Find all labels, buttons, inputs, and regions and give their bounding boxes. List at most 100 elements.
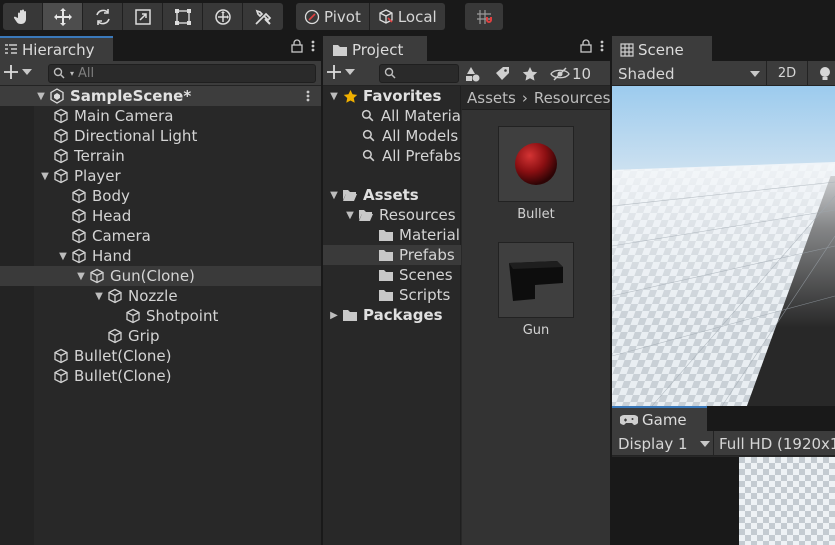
favorite-star-icon[interactable] xyxy=(522,66,538,82)
hierarchy-item[interactable]: Camera xyxy=(0,226,321,246)
hand-tool-button[interactable] xyxy=(3,3,43,30)
hierarchy-item[interactable]: Main Camera xyxy=(0,106,321,126)
hierarchy-search-input[interactable]: ▾ All xyxy=(48,64,316,83)
expand-arrow-icon[interactable]: ▼ xyxy=(38,171,52,182)
game-viewport[interactable] xyxy=(612,457,835,545)
expand-arrow-icon[interactable]: ▼ xyxy=(343,210,357,221)
asset-thumb-gun[interactable] xyxy=(498,242,574,318)
favorites-row[interactable]: ▼ Favorites xyxy=(327,86,461,106)
resource-subfolder-item[interactable]: Material xyxy=(323,225,461,245)
hierarchy-item[interactable]: ▼ Player xyxy=(0,166,321,186)
expand-arrow-icon[interactable]: ▼ xyxy=(74,271,88,282)
packages-folder-row[interactable]: ▶ Packages xyxy=(327,305,461,325)
local-icon xyxy=(379,8,393,24)
toggle-2d-button[interactable]: 2D xyxy=(766,61,808,86)
pivot-toggle-button[interactable]: Pivot xyxy=(296,3,370,30)
favorite-search-item[interactable]: All Models xyxy=(361,126,461,146)
move-tool-button[interactable] xyxy=(43,3,83,30)
hierarchy-item[interactable]: Body xyxy=(0,186,321,206)
hierarchy-tab-label: Hierarchy xyxy=(22,40,95,59)
filter-type-icon[interactable] xyxy=(464,65,482,83)
project-create-dropdown[interactable] xyxy=(325,63,355,81)
expand-arrow-icon[interactable]: ▶ xyxy=(327,310,341,321)
search-icon xyxy=(361,149,377,163)
project-tabbar: Project xyxy=(323,36,610,61)
resource-subfolder-item[interactable]: Prefabs xyxy=(323,245,461,265)
tab-hierarchy[interactable]: Hierarchy xyxy=(0,36,113,61)
expand-arrow-icon[interactable]: ▼ xyxy=(327,190,341,201)
hierarchy-item[interactable]: Terrain xyxy=(0,146,321,166)
move-icon xyxy=(53,7,72,26)
display-dropdown[interactable]: Display 1 xyxy=(618,434,710,453)
scene-kebab-icon[interactable] xyxy=(306,89,310,103)
game-tabbar: Game xyxy=(612,406,835,431)
search-icon xyxy=(361,109,376,123)
hierarchy-item[interactable]: Bullet(Clone) xyxy=(0,366,321,386)
grid-snap-button[interactable] xyxy=(465,3,503,30)
folder-icon xyxy=(333,44,347,56)
create-dropdown[interactable] xyxy=(2,63,32,81)
resource-subfolder-item[interactable]: Scenes xyxy=(323,265,461,285)
resolution-dropdown[interactable]: Full HD (1920x10 xyxy=(713,431,835,456)
project-search-input[interactable] xyxy=(379,64,459,83)
lock-icon[interactable] xyxy=(291,39,303,53)
expand-arrow-icon[interactable]: ▼ xyxy=(92,291,106,302)
scene-grid-icon xyxy=(620,42,634,57)
hierarchy-item[interactable]: ▼ Hand xyxy=(0,246,321,266)
mode-2d-label: 2D xyxy=(777,66,797,81)
hierarchy-item-label: Body xyxy=(92,187,130,205)
local-toggle-button[interactable]: Local xyxy=(370,3,445,30)
custom-tool-icon xyxy=(255,9,272,25)
expand-arrow-icon[interactable]: ▼ xyxy=(34,91,48,102)
scale-tool-button[interactable] xyxy=(123,3,163,30)
rotate-tool-button[interactable] xyxy=(83,3,123,30)
custom-tool-button[interactable] xyxy=(243,3,283,30)
resource-subfolder-item[interactable]: Scripts xyxy=(323,285,461,305)
hierarchy-item[interactable]: Grip xyxy=(0,326,321,346)
breadcrumb-separator-icon: › xyxy=(521,88,528,107)
hierarchy-item[interactable]: ▼ Nozzle xyxy=(0,286,321,306)
tab-project[interactable]: Project xyxy=(323,36,427,61)
shading-mode-dropdown[interactable]: Shaded xyxy=(618,64,760,83)
tab-game[interactable]: Game xyxy=(612,406,707,431)
rect-icon xyxy=(174,8,191,25)
hidden-packages-toggle[interactable]: 10 xyxy=(550,65,591,83)
hierarchy-item[interactable]: Shotpoint xyxy=(0,306,321,326)
favorite-search-item[interactable]: All Materia xyxy=(361,106,461,126)
star-icon xyxy=(341,89,359,104)
lock-icon[interactable] xyxy=(580,39,592,53)
filter-label-icon[interactable] xyxy=(494,66,510,82)
hierarchy-tabbar: Hierarchy xyxy=(0,36,321,61)
resources-folder-row[interactable]: ▼ Resources xyxy=(343,205,461,225)
expand-arrow-icon[interactable]: ▼ xyxy=(56,251,70,262)
assets-folder-row[interactable]: ▼ Assets xyxy=(327,185,461,205)
scene-viewport[interactable] xyxy=(612,86,835,406)
gameobject-cube-icon xyxy=(52,348,70,364)
asset-thumb-bullet[interactable] xyxy=(498,126,574,202)
scene-tabbar: Scene xyxy=(612,36,835,61)
hierarchy-panel: Hierarchy ▾ All ▼ SampleScene* Main Came… xyxy=(0,36,321,545)
scene-tab-label: Scene xyxy=(638,40,684,59)
pivot-icon xyxy=(304,9,320,24)
kebab-menu-icon[interactable] xyxy=(600,39,604,53)
hierarchy-item[interactable]: Head xyxy=(0,206,321,226)
display-label: Display 1 xyxy=(618,434,688,453)
tab-scene[interactable]: Scene xyxy=(612,36,712,61)
breadcrumb-resources[interactable]: Resources xyxy=(534,89,610,107)
rect-tool-button[interactable] xyxy=(163,3,203,30)
favorite-search-item[interactable]: All Prefabs xyxy=(361,146,461,166)
eye-slash-icon xyxy=(550,66,570,81)
expand-arrow-icon[interactable]: ▼ xyxy=(327,91,341,102)
transform-tool-button[interactable] xyxy=(203,3,243,30)
hierarchy-item[interactable]: Bullet(Clone) xyxy=(0,346,321,366)
hierarchy-item[interactable]: ▼ Gun(Clone) xyxy=(0,266,321,286)
scene-header-row[interactable]: ▼ SampleScene* xyxy=(0,86,321,106)
hierarchy-search-placeholder: All xyxy=(78,66,95,81)
hierarchy-item[interactable]: Directional Light xyxy=(0,126,321,146)
search-icon xyxy=(384,67,396,79)
breadcrumb-assets[interactable]: Assets xyxy=(467,89,516,107)
hierarchy-tab-tools xyxy=(291,39,315,53)
hierarchy-item-label: Nozzle xyxy=(128,287,178,305)
kebab-menu-icon[interactable] xyxy=(311,39,315,53)
lightbulb-icon[interactable] xyxy=(818,66,832,82)
